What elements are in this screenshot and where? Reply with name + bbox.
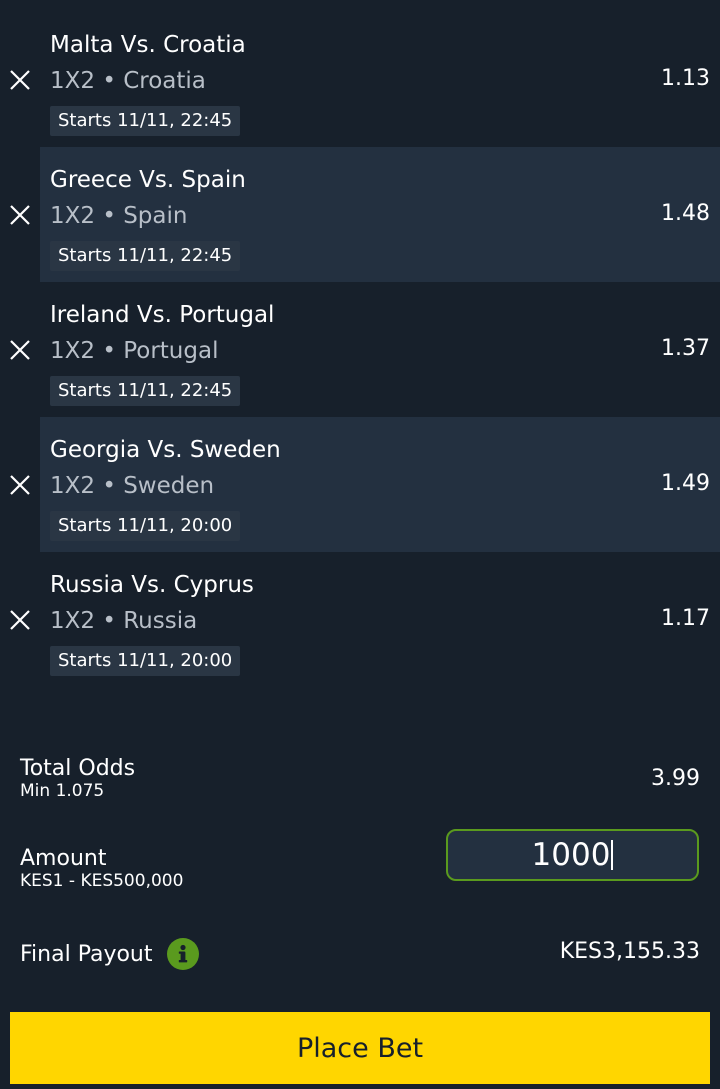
selection-start-time: Starts 11/11, 22:45 <box>50 241 241 271</box>
selection-match: Georgia Vs. Sweden <box>50 437 281 463</box>
selection-match: Ireland Vs. Portugal <box>50 302 275 328</box>
selection-start-time: Starts 11/11, 20:00 <box>50 646 241 676</box>
selection-odds: 1.37 <box>661 336 710 361</box>
bet-slip-selections: Malta Vs. Croatia 1X2 • Croatia Starts 1… <box>0 12 720 687</box>
total-odds-label-group: Total Odds Min 1.075 <box>20 756 135 801</box>
selection-start-time: Starts 11/11, 22:45 <box>50 106 241 136</box>
selection-item: Malta Vs. Croatia 1X2 • Croatia Starts 1… <box>0 12 720 147</box>
text-caret <box>611 840 614 870</box>
final-payout-label: Final Payout <box>20 941 153 967</box>
selection-market: 1X2 • Spain <box>50 203 188 229</box>
selection-market: 1X2 • Sweden <box>50 473 215 499</box>
amount-input[interactable]: 1000 <box>446 829 699 881</box>
selection-market: 1X2 • Portugal <box>50 338 219 364</box>
selection-item: Greece Vs. Spain 1X2 • Spain Starts 11/1… <box>0 147 720 282</box>
amount-label-group: Amount KES1 - KES500,000 <box>20 846 183 891</box>
close-icon[interactable] <box>8 338 32 362</box>
selection-match: Greece Vs. Spain <box>50 167 246 193</box>
total-odds-value: 3.99 <box>651 766 700 791</box>
close-icon[interactable] <box>8 203 32 227</box>
final-payout-value: KES3,155.33 <box>559 939 700 964</box>
selection-item: Ireland Vs. Portugal 1X2 • Portugal Star… <box>0 282 720 417</box>
selection-start-time: Starts 11/11, 20:00 <box>50 511 241 541</box>
selection-odds: 1.48 <box>661 201 710 226</box>
amount-label: Amount <box>20 846 107 871</box>
min-odds-note: Min 1.075 <box>20 781 105 801</box>
selection-odds: 1.49 <box>661 471 710 496</box>
selection-match: Russia Vs. Cyprus <box>50 572 254 598</box>
selection-match: Malta Vs. Croatia <box>50 32 246 58</box>
close-icon[interactable] <box>8 608 32 632</box>
selection-odds: 1.17 <box>661 606 710 631</box>
amount-input-value: 1000 <box>531 837 611 873</box>
close-icon[interactable] <box>8 473 32 497</box>
selection-market: 1X2 • Russia <box>50 608 198 634</box>
final-payout-label-group: Final Payout <box>20 938 199 970</box>
selection-item: Georgia Vs. Sweden 1X2 • Sweden Starts 1… <box>0 417 720 552</box>
close-icon[interactable] <box>8 68 32 92</box>
place-bet-button[interactable]: Place Bet <box>10 1012 710 1084</box>
total-odds-label: Total Odds <box>20 756 136 781</box>
selection-start-time: Starts 11/11, 22:45 <box>50 376 241 406</box>
selection-item: Russia Vs. Cyprus 1X2 • Russia Starts 11… <box>0 552 720 687</box>
selection-market: 1X2 • Croatia <box>50 68 206 94</box>
info-icon[interactable] <box>166 938 199 970</box>
selection-odds: 1.13 <box>661 66 710 91</box>
amount-range-note: KES1 - KES500,000 <box>20 871 184 891</box>
